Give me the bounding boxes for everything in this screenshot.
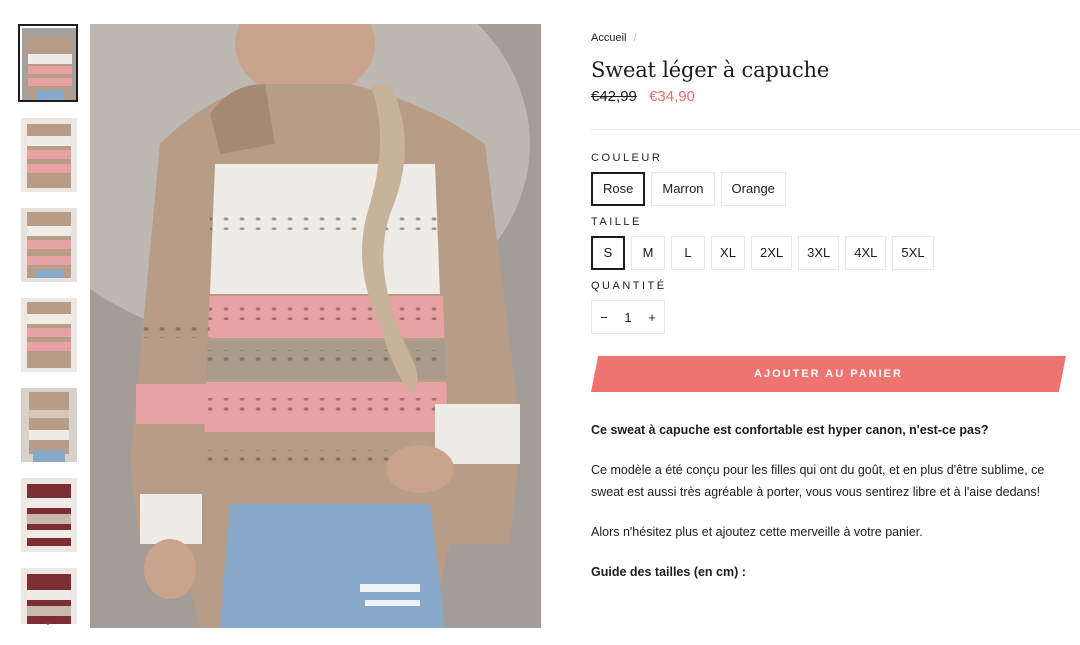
color-option-marron[interactable]: Marron (651, 172, 715, 206)
color-option-rose[interactable]: Rose (591, 172, 646, 206)
quantity-stepper: − 1 + (591, 300, 665, 334)
quantity-label: QUANTITÉ (591, 280, 667, 292)
thumbnail-image (21, 298, 77, 372)
product-thumbnail[interactable] (18, 115, 78, 193)
product-thumbnail[interactable] (18, 205, 78, 283)
original-price: €42,99 (591, 88, 637, 105)
sale-price: €34,90 (649, 88, 695, 105)
description-headline: Ce sweat à capuche est confortable est h… (591, 423, 989, 437)
quantity-increase-button[interactable]: + (640, 310, 664, 325)
product-title: Sweat léger à capuche (591, 58, 830, 82)
size-option-l[interactable]: L (671, 236, 705, 270)
product-thumbnail[interactable] (18, 475, 78, 553)
chevron-down-icon[interactable]: ⌄ (40, 614, 56, 630)
size-label: TAILLE (591, 216, 642, 228)
thumbnail-image (21, 118, 77, 192)
size-option-s[interactable]: S (591, 236, 625, 270)
quantity-input[interactable]: 1 (616, 310, 640, 325)
breadcrumb: Accueil / (591, 30, 1080, 46)
add-to-cart-button[interactable]: AJOUTER AU PANIER (591, 356, 1066, 392)
product-description: Ce sweat à capuche est confortable est h… (591, 419, 1080, 583)
color-options: Rose Marron Orange (591, 172, 1080, 206)
product-thumbnail[interactable] (18, 385, 78, 463)
sweater-photo (90, 24, 541, 628)
product-thumbnail[interactable] (18, 295, 78, 373)
thumbnail-image (21, 478, 77, 552)
add-to-cart-label: AJOUTER AU PANIER (754, 368, 903, 380)
breadcrumb-home-link[interactable]: Accueil (591, 32, 626, 44)
description-paragraph: Ce modèle a été conçu pour les filles qu… (591, 463, 1045, 499)
main-product-image[interactable] (90, 24, 541, 628)
price-block: €42,99 €34,90 (591, 88, 1080, 105)
product-info: Accueil / Sweat léger à capuche €42,99 €… (591, 30, 1080, 601)
description-paragraph: Alors n'hésitez plus et ajoutez cette me… (591, 525, 923, 539)
size-option-4xl[interactable]: 4XL (845, 236, 887, 270)
size-guide-heading: Guide des tailles (en cm) : (591, 565, 746, 579)
thumbnail-image (22, 28, 76, 100)
breadcrumb-separator: / (633, 32, 637, 44)
size-option-2xl[interactable]: 2XL (751, 236, 793, 270)
product-thumbnail[interactable] (18, 24, 78, 102)
size-option-5xl[interactable]: 5XL (892, 236, 934, 270)
thumbnail-image (21, 208, 77, 282)
size-option-3xl[interactable]: 3XL (798, 236, 840, 270)
size-options: S M L XL 2XL 3XL 4XL 5XL (591, 236, 1080, 270)
quantity-decrease-button[interactable]: − (592, 310, 616, 325)
thumbnail-image (21, 388, 77, 462)
size-option-xl[interactable]: XL (711, 236, 745, 270)
thumbnail-strip (18, 24, 78, 624)
color-label: COULEUR (591, 152, 663, 164)
color-option-orange[interactable]: Orange (720, 172, 786, 206)
size-option-m[interactable]: M (631, 236, 665, 270)
divider (591, 129, 1080, 130)
